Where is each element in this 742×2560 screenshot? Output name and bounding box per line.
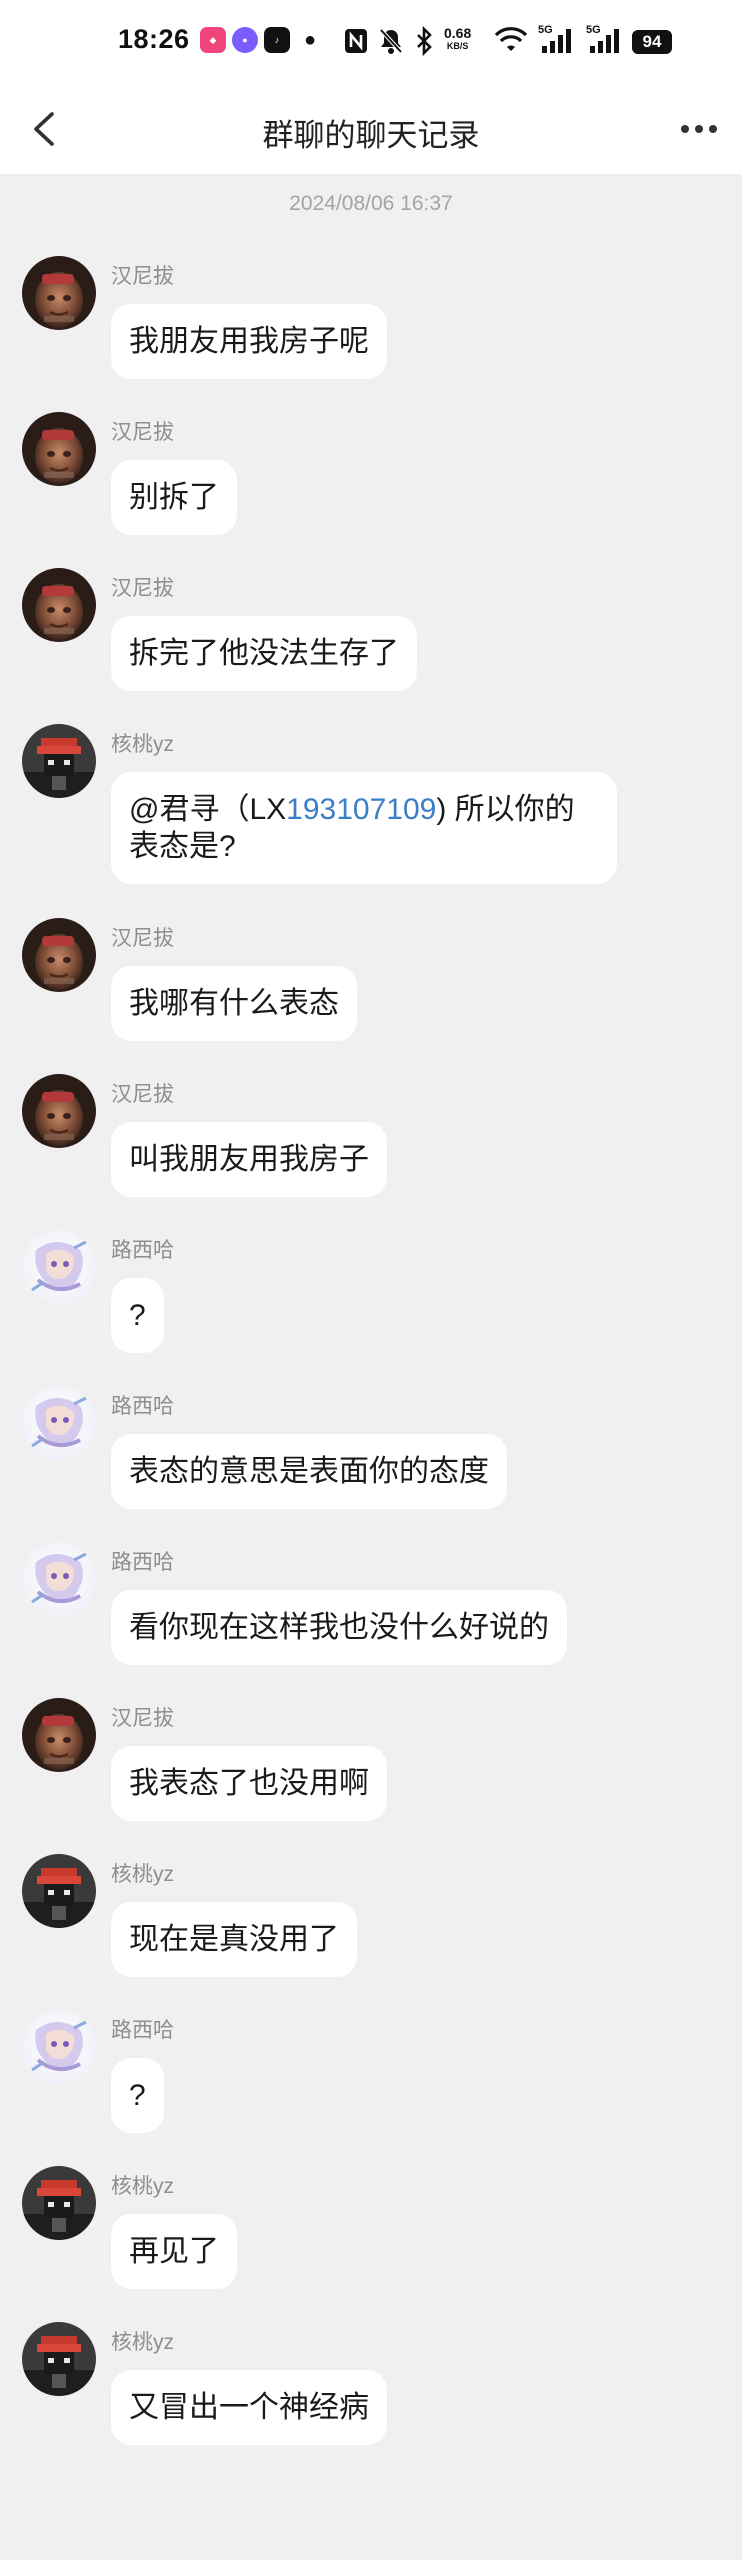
page-title: 群聊的聊天记录	[262, 118, 480, 153]
sender-name: 汉尼拔	[111, 927, 174, 950]
message-bubble[interactable]: ?	[111, 2058, 164, 2133]
signal-icon	[542, 29, 571, 53]
sender-name: 路西哈	[111, 1395, 174, 1418]
message-bubble[interactable]: 看你现在这样我也没什么好说的	[111, 1590, 567, 1665]
nfc-icon	[345, 29, 367, 53]
network-speed: 0.68 KB/S	[444, 25, 472, 51]
message-bubble[interactable]: 我表态了也没用啊	[111, 1746, 387, 1821]
tiktok-icon: ♪	[264, 27, 290, 53]
sender-name: 路西哈	[111, 1551, 174, 1574]
avatar[interactable]	[22, 1230, 96, 1304]
status-bar: 18:26 ◆ ● ♪ ● 0.68 KB/S 5G 5G 94	[0, 0, 742, 84]
avatar[interactable]	[22, 1542, 96, 1616]
sender-name: 汉尼拔	[111, 1083, 174, 1106]
app-notification-icon-2: ●	[232, 27, 258, 53]
mention-link[interactable]: 193107109	[286, 793, 436, 826]
sender-name: 汉尼拔	[111, 265, 174, 288]
sender-name: 汉尼拔	[111, 1707, 174, 1730]
wifi-icon	[494, 27, 528, 51]
avatar[interactable]	[22, 256, 96, 330]
message-bubble[interactable]: 拆完了他没法生存了	[111, 616, 417, 691]
message-bubble[interactable]: 表态的意思是表面你的态度	[111, 1434, 507, 1509]
message-bubble[interactable]: 现在是真没用了	[111, 1902, 357, 1977]
message-bubble[interactable]: 再见了	[111, 2214, 237, 2289]
mute-icon	[379, 28, 403, 54]
sender-name: 汉尼拔	[111, 577, 174, 600]
mention-text: @君寻（LX	[129, 793, 287, 826]
avatar[interactable]	[22, 1074, 96, 1148]
battery-indicator: 94	[632, 30, 672, 54]
avatar[interactable]	[22, 412, 96, 486]
sender-name: 路西哈	[111, 1239, 174, 1262]
message-bubble[interactable]: 叫我朋友用我房子	[111, 1122, 387, 1197]
app-notification-icon: ◆	[200, 27, 226, 53]
sender-name: 核桃yz	[111, 1863, 174, 1886]
avatar[interactable]	[22, 2010, 96, 2084]
sender-name: 核桃yz	[111, 733, 174, 756]
status-time: 18:26	[118, 24, 190, 54]
avatar[interactable]	[22, 2322, 96, 2396]
avatar[interactable]	[22, 918, 96, 992]
avatar[interactable]	[22, 1698, 96, 1772]
sender-name: 汉尼拔	[111, 421, 174, 444]
avatar[interactable]	[22, 1386, 96, 1460]
more-options-icon[interactable]	[676, 106, 722, 152]
avatar[interactable]	[22, 724, 96, 798]
sender-name: 核桃yz	[111, 2175, 174, 2198]
message-bubble[interactable]: 又冒出一个神经病	[111, 2370, 387, 2445]
sender-name: 核桃yz	[111, 2331, 174, 2354]
message-bubble[interactable]: ?	[111, 1278, 164, 1353]
signal-icon-2	[590, 29, 619, 53]
message-bubble[interactable]: 我朋友用我房子呢	[111, 304, 387, 379]
message-bubble[interactable]: 我哪有什么表态	[111, 966, 357, 1041]
bluetooth-icon	[417, 26, 432, 56]
avatar[interactable]	[22, 568, 96, 642]
message-bubble[interactable]: @君寻（LX193107109) 所以你的表态是?	[111, 772, 617, 884]
nav-bar: 群聊的聊天记录	[0, 84, 742, 174]
sender-name: 路西哈	[111, 2019, 174, 2042]
avatar[interactable]	[22, 2166, 96, 2240]
more-notifications-dot: ●	[304, 29, 317, 51]
avatar[interactable]	[22, 1854, 96, 1928]
message-bubble[interactable]: 别拆了	[111, 460, 237, 535]
chat-timestamp: 2024/08/06 16:37	[289, 192, 453, 215]
